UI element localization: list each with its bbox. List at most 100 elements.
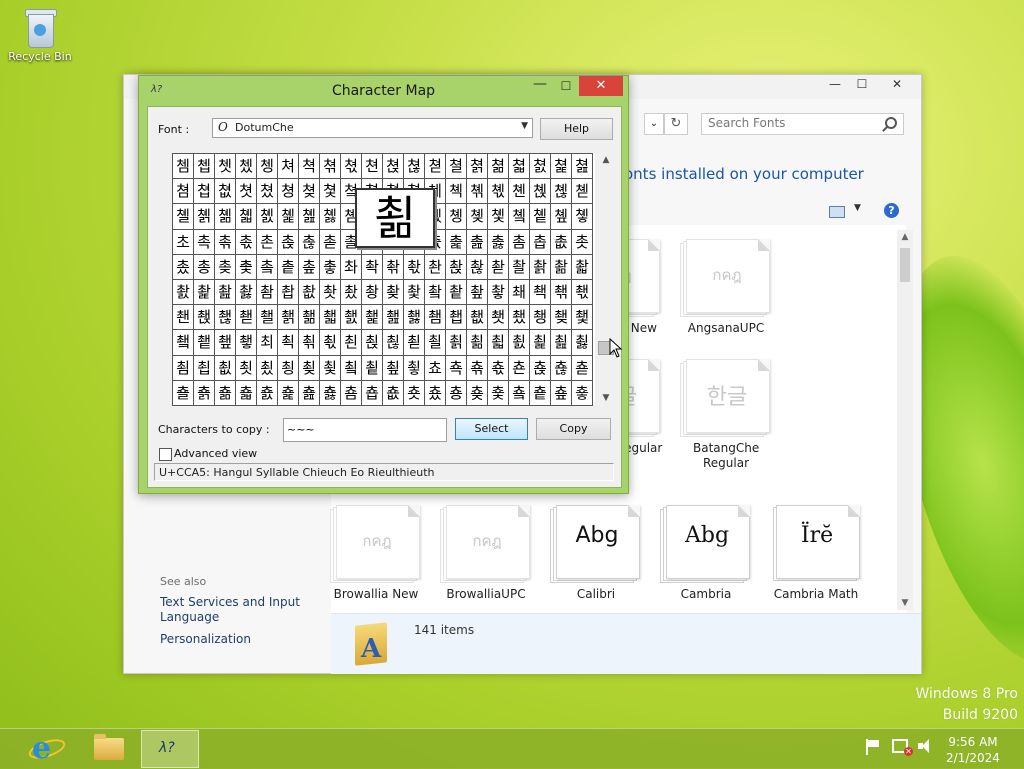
character-cell[interactable]: 춄 [257,380,278,406]
character-cell[interactable]: 촴 [257,279,278,306]
character-cell[interactable]: 쳚 [488,154,509,180]
search-box[interactable] [701,113,904,135]
character-cell[interactable]: 쵆 [215,305,236,331]
character-cell[interactable]: 쳠 [173,179,194,205]
characters-to-copy-input[interactable] [284,419,446,439]
character-cell[interactable]: 춐 [509,380,530,406]
character-cell[interactable]: 쵛 [236,330,257,356]
character-cell[interactable]: 쵉 [278,305,299,331]
maximize-button[interactable]: ☐ [848,75,876,95]
character-cell[interactable]: 쵊 [299,305,320,331]
character-cell[interactable]: 쳘 [446,154,467,180]
character-cell[interactable]: 쳛 [509,154,530,180]
character-cell[interactable]: 촭 [530,254,551,280]
character-cell[interactable]: 촣 [320,254,341,280]
network-icon[interactable]: ✕ [892,739,913,756]
character-cell[interactable]: 춇 [320,380,341,406]
taskbar-character-map[interactable]: λ? [141,730,199,768]
character-cell[interactable]: 쳒 [320,154,341,180]
character-cell[interactable]: 쵃 [572,279,593,306]
character-cell[interactable]: 쳴 [173,204,194,230]
character-cell[interactable]: 쳻 [320,204,341,230]
character-cell[interactable]: 촻 [404,279,425,306]
character-cell[interactable]: 촁 [446,204,467,230]
character-cell[interactable]: 쳷 [236,204,257,230]
character-cell[interactable]: 촅 [530,204,551,230]
character-cell[interactable]: 쵖 [551,305,572,331]
grid-scrollbar[interactable]: ▲ ▼ [598,153,614,405]
character-cell[interactable]: 쵴 [341,355,362,381]
character-cell[interactable]: 쳝 [551,154,572,180]
font-tile[interactable]: กคฎ Browallia New [321,505,431,602]
character-cell[interactable]: 쵙 [194,330,215,356]
character-cell[interactable]: 쵈 [257,305,278,331]
character-cell[interactable]: 쳐 [278,154,299,180]
taskbar-file-explorer[interactable] [79,730,137,768]
character-cell[interactable]: 총 [194,254,215,280]
character-cell[interactable]: 춃 [236,380,257,406]
scroll-down-icon[interactable]: ▼ [897,596,913,610]
character-cell[interactable]: 촮 [551,254,572,280]
search-icon[interactable] [885,117,897,129]
scroll-up-icon[interactable]: ▲ [598,155,614,165]
character-cell[interactable]: 쵀 [509,279,530,306]
advanced-view-label[interactable]: Advanced view [174,447,257,460]
character-cell[interactable]: 춅 [278,380,299,406]
character-cell[interactable]: 쳔 [362,154,383,180]
character-cell[interactable]: 쳄 [173,154,194,180]
character-cell[interactable]: 촞 [215,254,236,280]
character-cell[interactable]: 촵 [278,279,299,306]
copy-button[interactable]: Copy [536,418,611,440]
character-cell[interactable]: 춈 [341,380,362,406]
character-cell[interactable]: 촜 [173,254,194,280]
character-cell[interactable]: 쳱 [530,179,551,205]
character-cell[interactable]: 쵟 [320,330,341,356]
character-cell[interactable]: 촄 [509,204,530,230]
character-cell[interactable]: 촫 [488,254,509,280]
character-cell[interactable]: 촧 [404,254,425,280]
volume-muted-icon[interactable] [918,739,934,753]
character-cell[interactable]: 쵚 [215,330,236,356]
character-cell[interactable]: 촰 [173,279,194,306]
character-cell[interactable]: 쳳 [572,179,593,205]
character-cell[interactable]: 촱 [194,279,215,306]
character-cell[interactable]: 촬 [509,254,530,280]
character-cell[interactable]: 춌 [425,380,446,406]
action-center-flag-icon[interactable] [866,739,880,755]
character-cell[interactable]: 쵡 [362,330,383,356]
character-cell[interactable]: 춋 [404,380,425,406]
character-cell[interactable]: 촏 [320,229,341,255]
character-cell[interactable]: 촌 [257,229,278,255]
character-cell[interactable]: 춊 [383,380,404,406]
font-tile[interactable]: Abg Cambria [651,505,761,602]
character-cell[interactable]: 촘 [509,229,530,255]
character-cell[interactable]: 쳉 [257,154,278,180]
character-cell[interactable]: 쵨 [509,330,530,356]
character-cell[interactable]: 촟 [236,254,257,280]
scroll-down-icon[interactable]: ▼ [598,393,614,403]
character-cell[interactable]: 쳧 [320,179,341,205]
character-cell[interactable]: 쵤 [425,330,446,356]
character-cell[interactable]: 쳜 [530,154,551,180]
character-cell[interactable]: 춆 [299,380,320,406]
character-cell[interactable]: 쵩 [530,330,551,356]
character-cell[interactable]: 촸 [341,279,362,306]
close-button[interactable]: ✕ [874,75,920,95]
character-cell[interactable]: 쳅 [194,154,215,180]
character-cell[interactable]: 쵹 [446,355,467,381]
character-cell[interactable]: 쵲 [299,355,320,381]
character-cell[interactable]: 쵠 [341,330,362,356]
character-cell[interactable]: 쳥 [278,179,299,205]
character-cell[interactable]: 쵣 [404,330,425,356]
character-cell[interactable]: 촕 [446,229,467,255]
character-cell[interactable]: 촠 [257,254,278,280]
view-dropdown-icon[interactable]: ▼ [854,203,861,213]
character-cell[interactable]: 쳯 [488,179,509,205]
character-cell[interactable]: 쵌 [341,305,362,331]
character-cell[interactable]: 쵭 [194,355,215,381]
character-cell[interactable]: 쵺 [467,355,488,381]
character-cell[interactable]: 촊 [215,229,236,255]
character-cell[interactable]: 최 [257,330,278,356]
character-cell[interactable]: 쳦 [299,179,320,205]
character-cell[interactable]: 촋 [236,229,257,255]
